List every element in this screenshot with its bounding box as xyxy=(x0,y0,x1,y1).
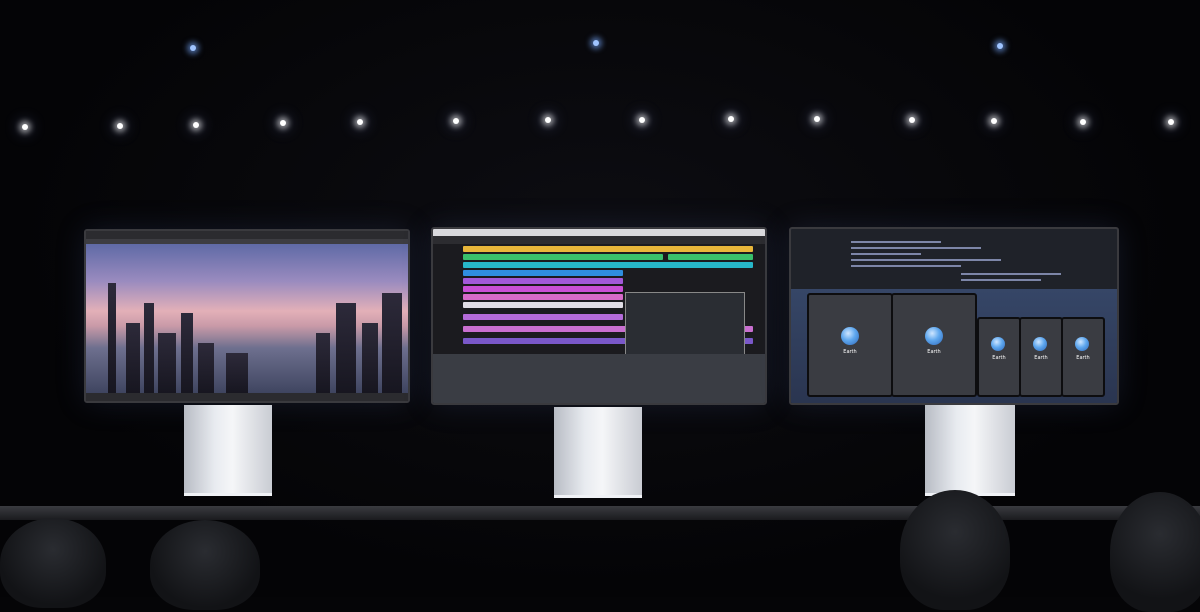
code-line xyxy=(851,253,921,255)
monitor-stand xyxy=(554,407,642,498)
monitor-left-screen xyxy=(84,229,410,403)
skyscraper xyxy=(198,343,214,393)
ceiling-light xyxy=(1080,119,1086,125)
monitor-center-screen xyxy=(431,227,767,405)
ceiling-light xyxy=(909,117,915,123)
ceiling-light xyxy=(991,118,997,124)
skyscraper xyxy=(108,283,116,393)
code-editor xyxy=(791,229,1117,289)
tablet-simulator: Earth xyxy=(891,293,977,397)
skyscraper xyxy=(144,303,154,393)
menu-bar xyxy=(433,229,765,236)
stage-edge xyxy=(0,506,1200,520)
monitor-right-screen: Earth Earth Earth Earth Earth xyxy=(789,227,1119,405)
ceiling-light xyxy=(593,40,599,46)
code-line xyxy=(961,279,1041,281)
track-region xyxy=(463,278,623,284)
ceiling-light xyxy=(117,123,123,129)
phone-simulator: Earth xyxy=(1019,317,1063,397)
ceiling-light xyxy=(728,116,734,122)
device-label: Earth xyxy=(843,349,857,355)
code-line xyxy=(851,247,981,249)
audience-head xyxy=(0,518,106,608)
ceiling-light xyxy=(357,119,363,125)
skyscraper xyxy=(336,303,356,393)
monitor-stand xyxy=(925,405,1015,496)
monitor-stand xyxy=(184,405,272,496)
code-line xyxy=(851,265,961,267)
phone-simulator: Earth xyxy=(977,317,1021,397)
earth-icon xyxy=(925,327,943,345)
earth-icon xyxy=(1033,337,1047,351)
ceiling-light xyxy=(193,122,199,128)
phone-simulator: Earth xyxy=(1061,317,1105,397)
track-region xyxy=(463,294,623,300)
code-line xyxy=(851,241,941,243)
device-label: Earth xyxy=(1076,355,1090,361)
ceiling-light xyxy=(190,45,196,51)
track-region xyxy=(463,262,753,268)
menu-bar xyxy=(86,231,408,239)
mixer-panel xyxy=(433,354,765,403)
audience-head xyxy=(900,490,1010,610)
track-region xyxy=(463,254,663,260)
ceiling-light xyxy=(545,117,551,123)
tablet-simulator: Earth xyxy=(807,293,893,397)
track-area xyxy=(433,244,765,366)
track-region xyxy=(463,314,623,320)
skyscraper xyxy=(181,313,193,393)
earth-icon xyxy=(1075,337,1089,351)
track-region xyxy=(463,270,623,276)
ceiling-light xyxy=(997,43,1003,49)
timeline-bar xyxy=(86,393,408,401)
device-label: Earth xyxy=(927,349,941,355)
ceiling-light xyxy=(453,118,459,124)
track-region xyxy=(463,302,623,308)
code-line xyxy=(961,273,1061,275)
ceiling-light xyxy=(280,120,286,126)
audience-head xyxy=(1110,492,1200,612)
skyscraper xyxy=(316,333,330,393)
skyscraper xyxy=(126,323,140,393)
skyscraper xyxy=(362,323,378,393)
earth-icon xyxy=(991,337,1005,351)
earth-icon xyxy=(841,327,859,345)
track-region xyxy=(668,254,753,260)
keynote-stage: Earth Earth Earth Earth Earth xyxy=(0,0,1200,612)
track-region xyxy=(463,246,753,252)
skyscraper xyxy=(382,293,402,393)
skyscraper xyxy=(226,353,248,393)
city-render xyxy=(86,244,408,393)
ceiling-light xyxy=(22,124,28,130)
ceiling-light xyxy=(1168,119,1174,125)
skyscraper xyxy=(158,333,176,393)
control-bar xyxy=(433,236,765,244)
device-label: Earth xyxy=(1034,355,1048,361)
ceiling-light xyxy=(814,116,820,122)
ceiling-light xyxy=(639,117,645,123)
code-line xyxy=(851,259,1001,261)
device-label: Earth xyxy=(992,355,1006,361)
track-region xyxy=(463,286,623,292)
